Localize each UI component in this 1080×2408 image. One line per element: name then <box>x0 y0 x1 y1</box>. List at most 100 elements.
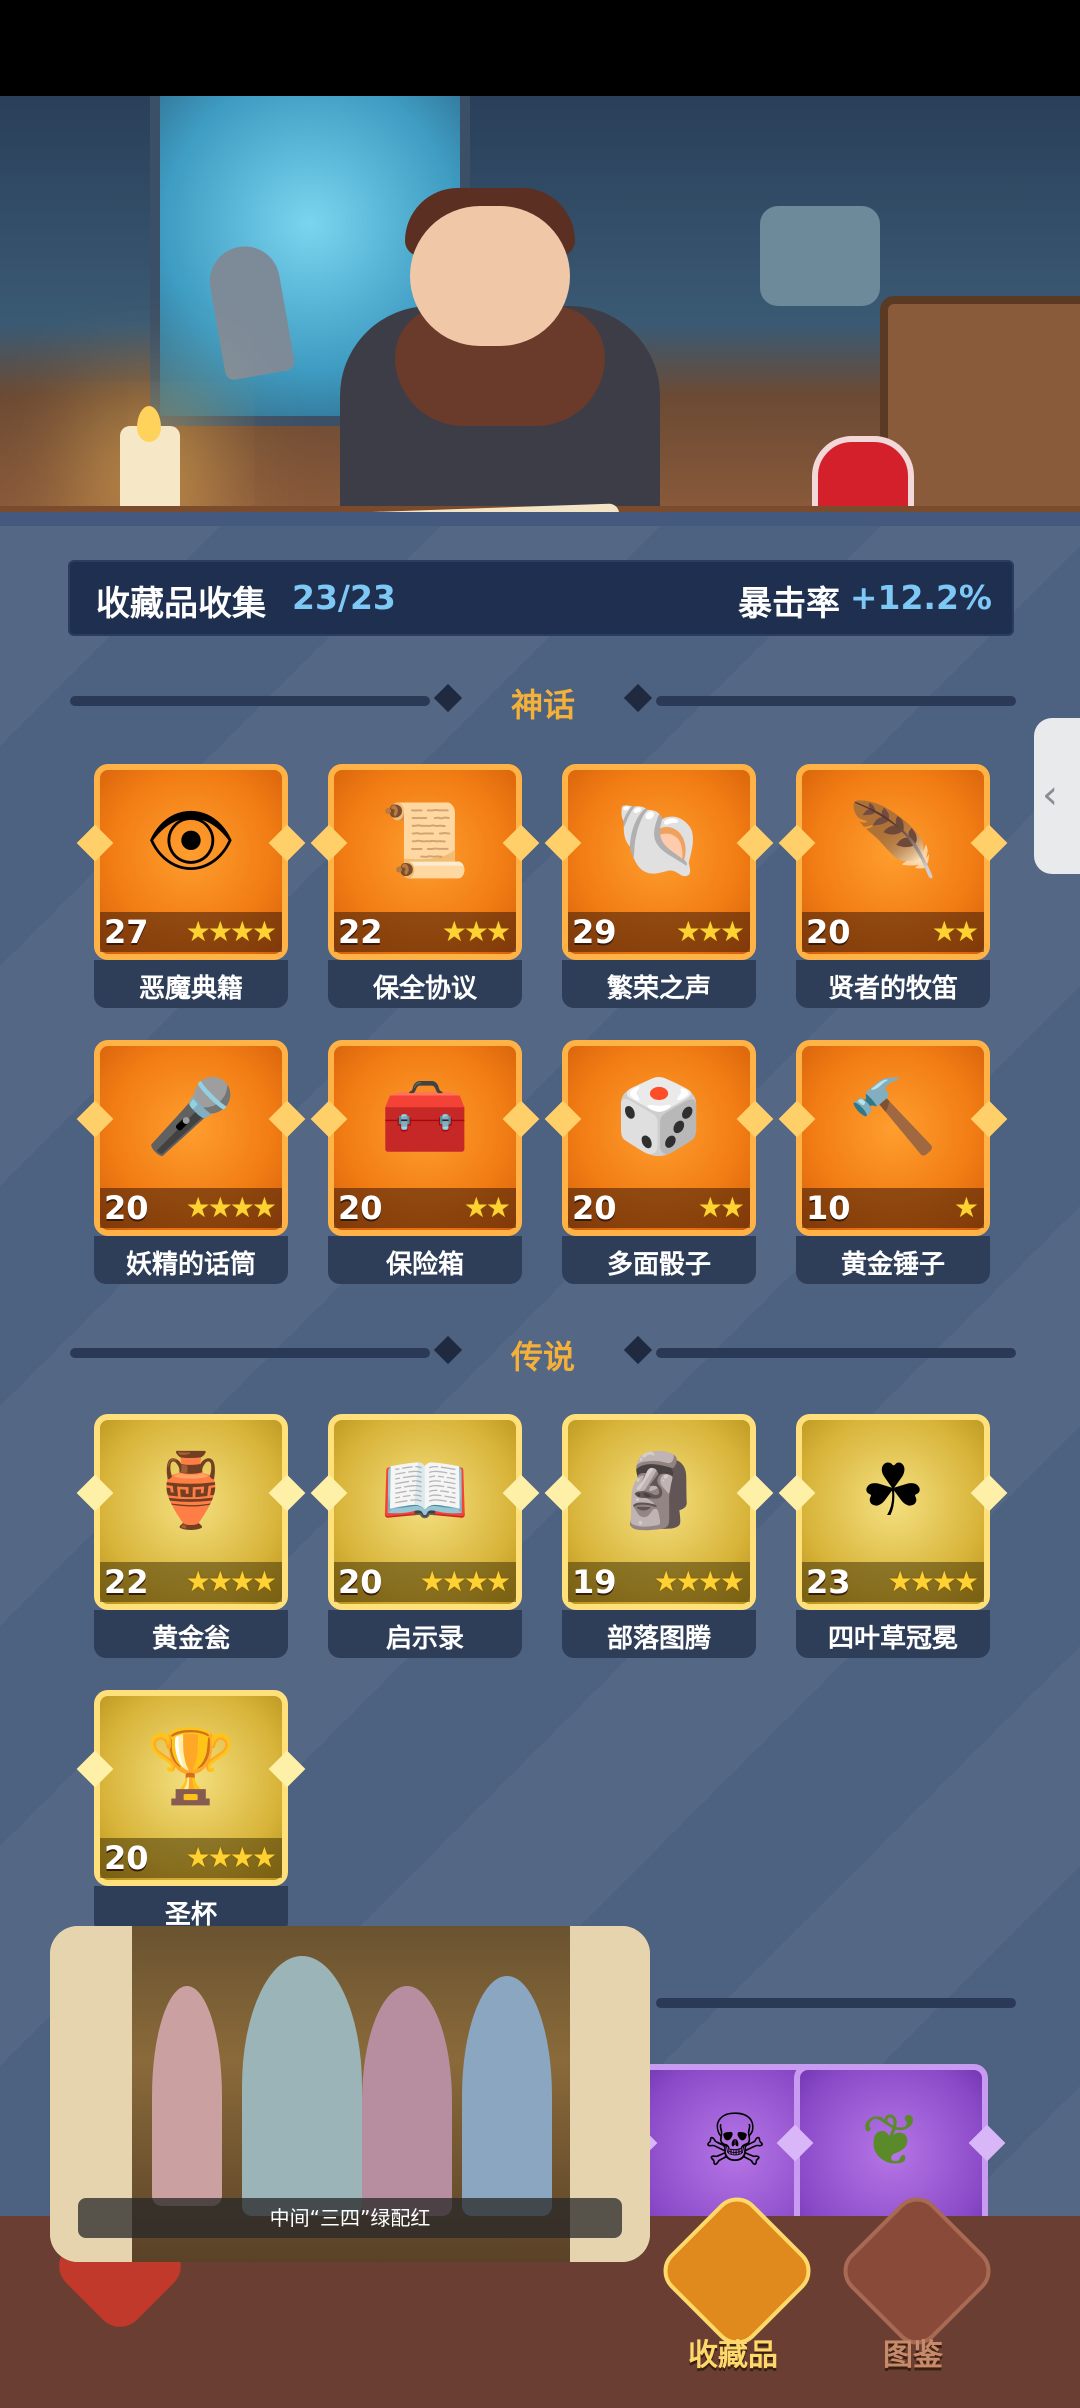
collectible-card[interactable]: 🐚 29 ★★★ 繁荣之声 <box>544 764 774 1008</box>
contract-scroll-icon: 📜 <box>380 797 470 882</box>
video-person <box>362 1986 452 2216</box>
star-rating: ★★ <box>931 915 979 948</box>
clover-crown-icon: ☘ <box>860 1448 926 1532</box>
level-bar: 20 ★★★★ <box>100 1838 282 1878</box>
item-level: 22 <box>104 1563 149 1601</box>
item-name: 多面骰子 <box>606 1250 711 1280</box>
item-name: 恶魔典籍 <box>138 974 243 1004</box>
item-level: 20 <box>338 1563 383 1601</box>
side-drawer-handle[interactable]: ‹ <box>1034 718 1080 874</box>
treasure-chest-icon: 🧰 <box>380 1073 470 1158</box>
golden-hammer-icon: 🔨 <box>848 1073 938 1158</box>
nav-label-guide: 图鉴 <box>883 2338 943 2373</box>
collection-stat-bar: 收藏品收集 23/23 暴击率 +12.2% <box>68 560 1014 636</box>
demon-book-icon: 👁 <box>145 797 237 882</box>
section-header-myth: 神话 <box>70 680 1016 724</box>
collectible-card[interactable]: 🪶 20 ★★ 贤者的牧笛 <box>778 764 1008 1008</box>
level-bar: 29 ★★★ <box>568 912 750 952</box>
golden-urn-icon: 🏺 <box>146 1447 236 1532</box>
chevron-left-icon: ‹ <box>1042 772 1058 818</box>
name-plate: 繁荣之声 <box>562 960 756 1008</box>
collectible-card[interactable]: 🎤 20 ★★★★ 妖精的话筒 <box>76 1040 306 1284</box>
item-level: 19 <box>572 1563 617 1601</box>
holy-grail-icon: 🏆 <box>146 1723 236 1808</box>
star-rating: ★★★★ <box>185 915 277 948</box>
item-name: 繁荣之声 <box>606 974 711 1004</box>
video-person <box>242 1956 362 2216</box>
item-level: 20 <box>572 1189 617 1227</box>
item-name: 黄金瓮 <box>151 1624 230 1654</box>
level-bar: 20 ★★ <box>334 1188 516 1228</box>
level-bar: 20 ★★★★ <box>334 1562 516 1602</box>
fairy-microphone-icon: 🎤 <box>146 1073 236 1158</box>
nav-item-collection[interactable]: 收藏品 <box>653 2187 821 2373</box>
level-bar: 20 ★★ <box>802 912 984 952</box>
skull-staff-icon: ☠ <box>702 2098 768 2182</box>
level-bar: 20 ★★ <box>568 1188 750 1228</box>
nav-item-guide[interactable]: 图鉴 <box>833 2187 1001 2373</box>
star-rating: ★★ <box>697 1191 745 1224</box>
crit-rate-label: 暴击率 <box>738 584 840 624</box>
item-level: 20 <box>338 1189 383 1227</box>
item-name: 保全协议 <box>372 974 477 1004</box>
name-plate: 启示录 <box>328 1610 522 1658</box>
video-caption: 中间“三四”绿配红 <box>78 2198 622 2238</box>
collectible-card[interactable]: ☘ 23 ★★★★ 四叶草冠冕 <box>778 1414 1008 1658</box>
section-header-legend: 传说 <box>70 1332 1016 1376</box>
crit-rate-value: +12.2% <box>849 578 992 617</box>
star-rating: ★★★★ <box>653 1565 745 1598</box>
collectible-card[interactable]: 📜 22 ★★★ 保全协议 <box>310 764 540 1008</box>
name-plate: 多面骰子 <box>562 1236 756 1284</box>
collectible-card[interactable]: 🧰 20 ★★ 保险箱 <box>310 1040 540 1284</box>
item-level: 27 <box>104 913 149 951</box>
banner-divider <box>0 512 1080 526</box>
star-rating: ★★★★ <box>419 1565 511 1598</box>
video-person <box>152 1986 222 2206</box>
level-bar: 27 ★★★★ <box>100 912 282 952</box>
star-rating: ★★ <box>463 1191 511 1224</box>
nav-label-collection: 收藏品 <box>688 2338 778 2373</box>
item-name: 部落图腾 <box>606 1624 711 1654</box>
shop-banner-illustration <box>0 96 1080 512</box>
star-rating: ★★★ <box>675 915 745 948</box>
item-name: 贤者的牧笛 <box>827 974 958 1004</box>
status-bar <box>0 0 1080 96</box>
item-level: 23 <box>806 1563 851 1601</box>
name-plate: 部落图腾 <box>562 1610 756 1658</box>
floating-video-player[interactable]: 中间“三四”绿配红 <box>50 1926 650 2262</box>
star-rating: ★ <box>953 1191 979 1224</box>
collectible-card[interactable]: 🏺 22 ★★★★ 黄金瓮 <box>76 1414 306 1658</box>
potion-illustration <box>812 436 914 512</box>
open-book-icon: 📖 <box>380 1447 470 1532</box>
item-name: 启示录 <box>385 1624 464 1654</box>
sage-flute-icon: 🪶 <box>848 797 938 882</box>
item-level: 29 <box>572 913 617 951</box>
star-rating: ★★★★ <box>185 1841 277 1874</box>
collectible-card[interactable]: 📖 20 ★★★★ 启示录 <box>310 1414 540 1658</box>
collectible-card[interactable]: 🏆 20 ★★★★ 圣杯 <box>76 1690 306 1934</box>
name-plate: 恶魔典籍 <box>94 960 288 1008</box>
level-bar: 20 ★★★★ <box>100 1188 282 1228</box>
level-bar: 19 ★★★★ <box>568 1562 750 1602</box>
name-plate: 妖精的话筒 <box>94 1236 288 1284</box>
collectible-card[interactable]: 🗿 19 ★★★★ 部落图腾 <box>544 1414 774 1658</box>
item-level: 10 <box>806 1189 851 1227</box>
item-name: 妖精的话筒 <box>125 1250 256 1280</box>
level-bar: 10 ★ <box>802 1188 984 1228</box>
collectible-card[interactable]: 🔨 10 ★ 黄金锤子 <box>778 1040 1008 1284</box>
dwarf-head <box>410 206 570 346</box>
section-divider-line <box>656 1348 1016 1358</box>
item-name: 保险箱 <box>385 1250 464 1280</box>
tiki-mask-illustration <box>760 206 880 306</box>
item-name: 四叶草冠冕 <box>827 1624 958 1654</box>
collectible-card[interactable]: 👁 27 ★★★★ 恶魔典籍 <box>76 764 306 1008</box>
candle-flame <box>137 406 161 442</box>
item-level: 20 <box>104 1839 149 1877</box>
level-bar: 22 ★★★★ <box>100 1562 282 1602</box>
conch-horn-icon: 🐚 <box>614 797 704 882</box>
vine-wreath-icon: ❦ <box>860 2098 922 2182</box>
item-level: 20 <box>806 913 851 951</box>
item-name: 黄金锤子 <box>840 1250 945 1280</box>
item-level: 20 <box>104 1189 149 1227</box>
collectible-card[interactable]: 🎲 20 ★★ 多面骰子 <box>544 1040 774 1284</box>
